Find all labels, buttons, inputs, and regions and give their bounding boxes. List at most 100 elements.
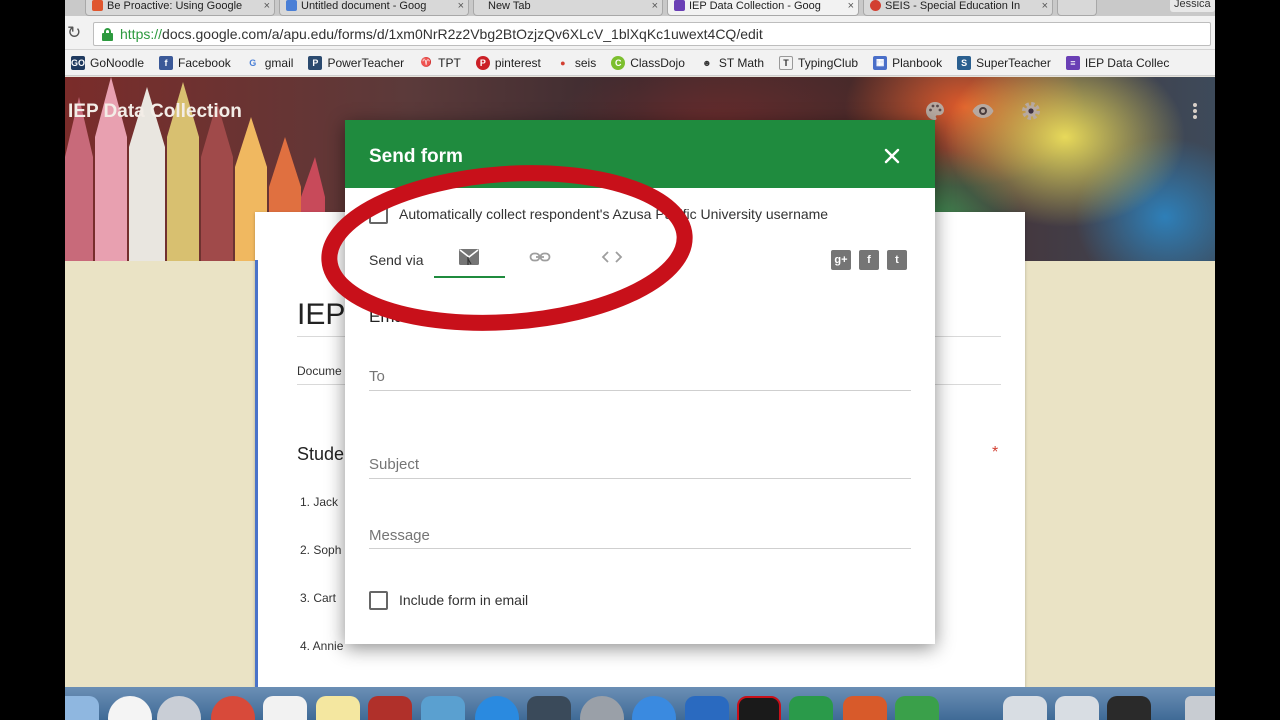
address-bar[interactable]: https://docs.google.com/a/apu.edu/forms/… bbox=[93, 22, 1211, 46]
url-scheme: https:// bbox=[120, 26, 163, 42]
bookmark-typingclub[interactable]: T TypingClub bbox=[779, 55, 858, 70]
bookmark-label: TPT bbox=[438, 55, 461, 70]
calendar-icon[interactable] bbox=[263, 696, 307, 720]
chrome-icon[interactable] bbox=[211, 696, 255, 720]
st-math-icon: ☻ bbox=[702, 57, 712, 68]
bookmark-planbook[interactable]: ▦ Planbook bbox=[873, 55, 943, 70]
include-form-checkbox[interactable] bbox=[369, 591, 388, 610]
form-header-title: IEP Data Collection bbox=[68, 101, 242, 122]
tab-be-proactive[interactable]: Be Proactive: Using Google × bbox=[85, 0, 275, 16]
form-description[interactable]: Docume bbox=[297, 364, 342, 378]
finder-icon[interactable] bbox=[65, 696, 99, 720]
bookmark-label: ClassDojo bbox=[630, 55, 685, 70]
tpt-icon: ♈ bbox=[420, 57, 432, 67]
google-plus-share-button[interactable]: g+ bbox=[831, 250, 851, 270]
to-field[interactable]: To bbox=[369, 368, 385, 385]
tab-label: Untitled document - Goog bbox=[301, 0, 427, 12]
tab-new-tab[interactable]: New Tab × bbox=[473, 0, 663, 16]
bookmark-facebook[interactable]: f Facebook bbox=[159, 55, 231, 70]
folder-icon[interactable] bbox=[1003, 696, 1047, 720]
required-marker: * bbox=[992, 444, 999, 461]
powerpoint-icon[interactable] bbox=[843, 696, 887, 720]
close-tab-icon[interactable]: × bbox=[1042, 0, 1048, 12]
facebook-icon: f bbox=[867, 254, 871, 266]
list-item[interactable]: 4. Annie bbox=[300, 639, 343, 653]
more-vert-icon[interactable] bbox=[1183, 99, 1207, 123]
superteacher-icon: S bbox=[957, 55, 972, 70]
excel-icon[interactable] bbox=[789, 696, 833, 720]
bookmark-pinterest[interactable]: Ppinterest bbox=[475, 55, 541, 70]
twitter-share-button[interactable]: t bbox=[887, 250, 907, 270]
folder-icon[interactable] bbox=[1055, 696, 1099, 720]
to-field-underline bbox=[369, 390, 911, 391]
bookmark-gmail[interactable]: Ggmail bbox=[246, 55, 294, 70]
system-preferences-icon[interactable] bbox=[580, 696, 624, 720]
bookmark-iep-data-collection[interactable]: ≡ IEP Data Collec bbox=[1065, 55, 1169, 70]
bookmark-label: pinterest bbox=[494, 55, 541, 70]
tab-seis[interactable]: SEIS - Special Education In × bbox=[863, 0, 1053, 16]
terminal-icon[interactable] bbox=[737, 696, 781, 720]
close-tab-icon[interactable]: × bbox=[652, 0, 658, 12]
close-tab-icon[interactable]: × bbox=[458, 0, 464, 12]
screen: Be Proactive: Using Google × Untitled do… bbox=[0, 0, 1280, 720]
classdojo-icon: C bbox=[611, 55, 626, 70]
eye-icon[interactable] bbox=[971, 99, 995, 123]
bookmark-label: GoNoodle bbox=[90, 55, 145, 70]
red-annotation-circle bbox=[321, 165, 693, 331]
google-icon: G bbox=[249, 57, 257, 68]
app-store-icon[interactable] bbox=[475, 696, 519, 720]
tab-label: New Tab bbox=[488, 0, 531, 12]
new-tab-button[interactable] bbox=[1057, 0, 1097, 16]
browser-window: Be Proactive: Using Google × Untitled do… bbox=[65, 0, 1215, 720]
facebook-share-button[interactable]: f bbox=[859, 250, 879, 270]
tab-favicon bbox=[286, 0, 297, 11]
subject-field[interactable]: Subject bbox=[369, 456, 419, 473]
tab-favicon bbox=[870, 0, 881, 11]
notes-icon[interactable] bbox=[316, 696, 360, 720]
bookmark-label: Facebook bbox=[178, 55, 231, 70]
bookmark-label: Planbook bbox=[892, 55, 943, 70]
document-icon[interactable] bbox=[1107, 696, 1151, 720]
close-tab-icon[interactable]: × bbox=[848, 0, 854, 12]
tab-untitled-document[interactable]: Untitled document - Goog × bbox=[279, 0, 469, 16]
question-title[interactable]: Stude bbox=[297, 444, 344, 465]
bookmark-powerteacher[interactable]: P PowerTeacher bbox=[308, 55, 405, 70]
bookmark-label: gmail bbox=[264, 55, 294, 70]
gear-icon[interactable] bbox=[1019, 99, 1043, 123]
bookmark-st-math[interactable]: ☻ ST Math bbox=[700, 56, 764, 70]
safari-icon[interactable] bbox=[632, 696, 676, 720]
bookmark-gonoodle[interactable]: GO GoNoodle bbox=[71, 55, 145, 70]
typingclub-icon: T bbox=[779, 55, 794, 70]
planbook-icon: ▦ bbox=[873, 55, 888, 70]
close-icon[interactable] bbox=[880, 144, 904, 168]
trash-icon[interactable] bbox=[1185, 696, 1215, 720]
tab-favicon bbox=[674, 0, 685, 11]
list-item[interactable]: 3. Cart bbox=[300, 591, 336, 605]
reload-icon[interactable]: ↻ bbox=[67, 24, 81, 41]
profile-name[interactable]: Jessica bbox=[1170, 0, 1215, 12]
bookmark-label: SuperTeacher bbox=[976, 55, 1051, 70]
list-item[interactable]: 2. Soph bbox=[300, 543, 341, 557]
numbers-icon[interactable] bbox=[895, 696, 939, 720]
powerteacher-icon: P bbox=[308, 55, 323, 70]
url-text: docs.google.com/a/apu.edu/forms/d/1xm0Nr… bbox=[162, 26, 763, 42]
tab-iep-data-collection[interactable]: IEP Data Collection - Goog × bbox=[667, 0, 859, 16]
bookmark-label: PowerTeacher bbox=[327, 55, 405, 70]
bookmark-seis[interactable]: ● seis bbox=[556, 56, 596, 70]
launchpad-icon[interactable] bbox=[157, 696, 201, 720]
word-icon[interactable] bbox=[685, 696, 729, 720]
itunes-icon[interactable] bbox=[108, 696, 152, 720]
facebook-icon: f bbox=[159, 55, 174, 70]
preview-icon[interactable] bbox=[421, 696, 465, 720]
bookmark-label: ST Math bbox=[718, 55, 765, 70]
bookmark-superteacher[interactable]: S SuperTeacher bbox=[957, 55, 1051, 70]
tab-strip: Be Proactive: Using Google × Untitled do… bbox=[65, 0, 1215, 16]
pinterest-icon: P bbox=[475, 55, 490, 70]
close-tab-icon[interactable]: × bbox=[264, 0, 270, 12]
photobooth-icon[interactable] bbox=[368, 696, 412, 720]
message-field[interactable]: Message bbox=[369, 527, 430, 544]
bookmark-classdojo[interactable]: C ClassDojo bbox=[611, 55, 685, 70]
list-item[interactable]: 1. Jack bbox=[300, 495, 338, 509]
contacts-icon[interactable] bbox=[527, 696, 571, 720]
bookmark-tpt[interactable]: ♈ TPT bbox=[419, 56, 461, 70]
